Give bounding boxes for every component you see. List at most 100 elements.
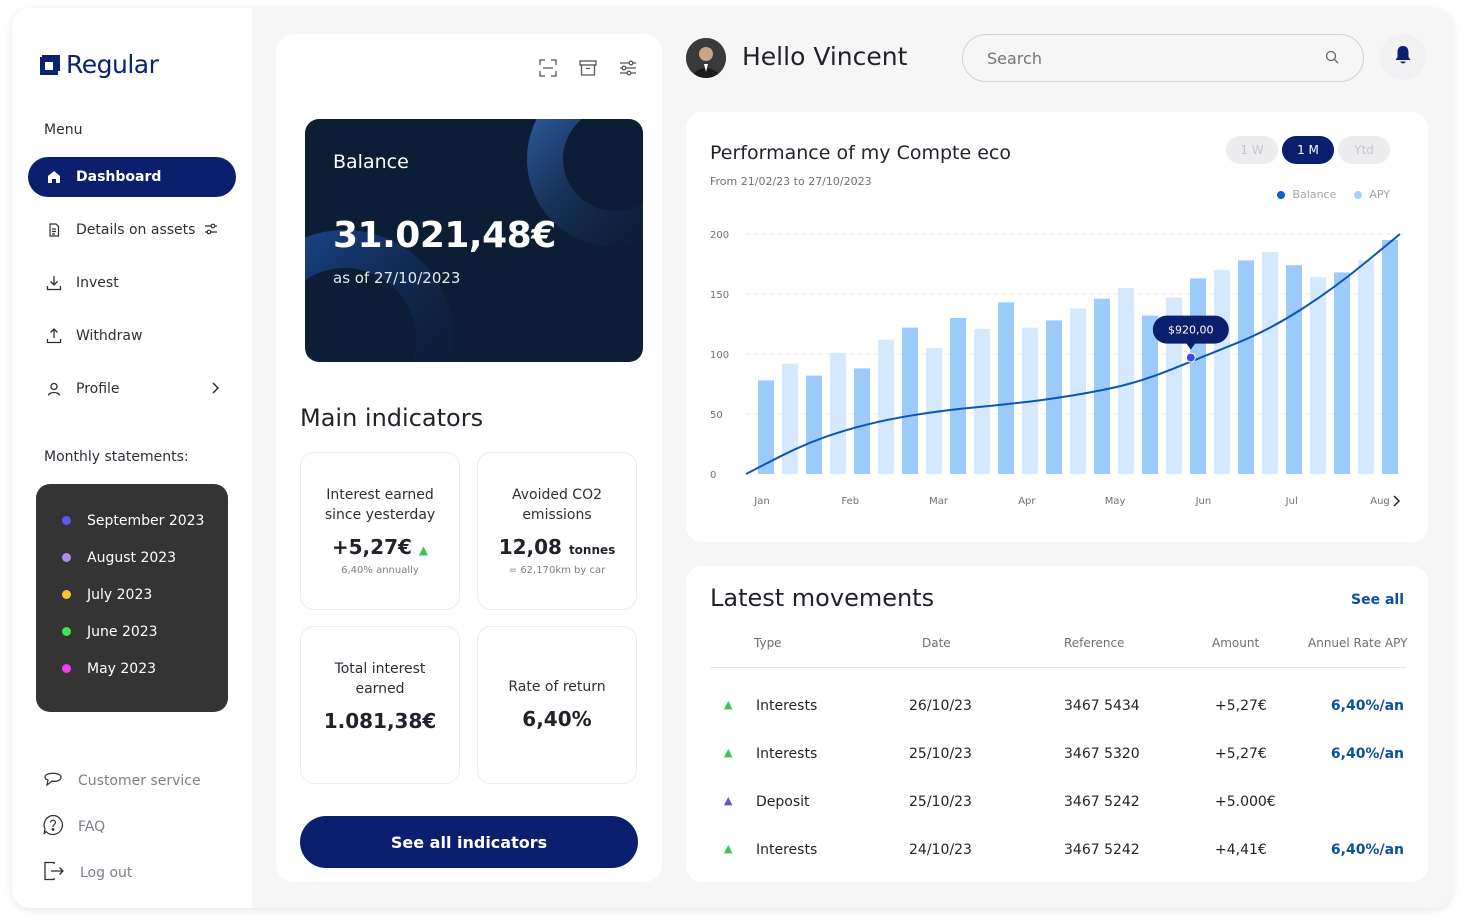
nav-item-dashboard[interactable]: Dashboard: [28, 157, 236, 197]
balance-panel: Balance 31.021,48€ as of 27/10/2023 Main…: [276, 34, 662, 882]
movements-title: Latest movements: [710, 584, 935, 612]
legend-item: APY: [1354, 188, 1390, 201]
chart-bar: [854, 368, 870, 474]
chart-bar: [1310, 277, 1326, 474]
x-tick-label: May: [1105, 496, 1126, 507]
filter-icon[interactable]: [618, 58, 638, 82]
y-tick-label: 150: [710, 290, 729, 301]
row-rate: 6,40%/an: [1330, 698, 1404, 714]
row-rate: 6,40%/an: [1330, 842, 1404, 858]
y-tick-label: 50: [710, 410, 723, 421]
performance-chart: 0 50 100 150 200 Jan Feb Mar Apr May Jun Jul Aug $920…: [710, 230, 1404, 507]
help-icon: [42, 814, 64, 840]
table-row[interactable]: ▲ Interests 24/10/23 3467 5242 +4,41€ 6,…: [686, 836, 1428, 866]
indicator-value: 6,40%: [522, 707, 592, 731]
statements-list: September 2023 August 2023 July 2023 Jun…: [36, 484, 228, 712]
avatar[interactable]: [686, 38, 726, 78]
expand-icon[interactable]: [538, 58, 558, 82]
chevron-right-icon: [1393, 495, 1401, 507]
indicator-co2[interactable]: Avoided CO2 emissions 12,08 tonnes = 62,1…: [477, 452, 637, 610]
row-amount: +5,27€: [1215, 698, 1267, 714]
indicator-value: +5,27€ ▲: [331, 535, 429, 559]
link-label: Customer service: [78, 773, 201, 789]
statement-item[interactable]: May 2023: [62, 650, 228, 687]
indicator-total-interest[interactable]: Total interest earned 1.081,38€: [300, 626, 460, 784]
download-icon: [46, 275, 62, 291]
row-type: Interests: [756, 746, 818, 762]
statement-item[interactable]: September 2023: [62, 502, 228, 539]
row-date: 25/10/23: [909, 746, 972, 762]
chart-bar: [1334, 272, 1350, 474]
indicator-label: Rate of return: [508, 679, 606, 695]
chart-bar: [878, 339, 894, 474]
indicator-sub: = 62,170km by car: [508, 565, 606, 576]
home-icon: [46, 169, 62, 185]
indicator-interest-earned[interactable]: Interest earned since yesterday +5,27€ ▲ …: [300, 452, 460, 610]
indicator-rate-of-return[interactable]: Rate of return 6,40%: [477, 626, 637, 784]
statement-item[interactable]: August 2023: [62, 539, 228, 576]
table-row[interactable]: ▲ Interests 25/10/23 3467 5320 +5,27€ 6,…: [686, 740, 1428, 770]
statement-label: May 2023: [87, 660, 157, 677]
statement-item[interactable]: June 2023: [62, 613, 228, 650]
column-header: Date: [922, 636, 951, 650]
balance-date: as of 27/10/2023: [333, 269, 461, 287]
statement-item[interactable]: July 2023: [62, 576, 228, 613]
main-nav: Dashboard Details on assets Invest Withd…: [28, 157, 236, 422]
indicator-value: 12,08 tonnes: [498, 535, 616, 559]
search-icon[interactable]: [1325, 49, 1339, 68]
search-bar[interactable]: [962, 34, 1364, 82]
balance-card: Balance 31.021,48€ as of 27/10/2023: [305, 119, 643, 362]
bell-icon: [1394, 45, 1412, 69]
up-arrow-icon: ▲: [724, 842, 733, 855]
row-reference: 3467 5242: [1064, 794, 1140, 810]
see-all-link[interactable]: See all: [1351, 592, 1404, 608]
tooltip-label: $920,00: [1168, 324, 1214, 337]
chart-bar: [1142, 315, 1158, 474]
row-type: Deposit: [756, 794, 810, 810]
x-tick-label: Aug: [1370, 496, 1390, 507]
statement-label: July 2023: [87, 586, 153, 603]
row-date: 25/10/23: [909, 794, 972, 810]
archive-icon[interactable]: [578, 58, 598, 82]
notifications-button[interactable]: [1380, 34, 1426, 80]
statement-dot: [62, 516, 71, 525]
latest-movements-card: Latest movements See all Type Date Refer…: [686, 566, 1428, 882]
sliders-icon[interactable]: [204, 222, 218, 240]
indicator-value: 1.081,38€: [323, 709, 437, 733]
search-input[interactable]: [987, 48, 1287, 68]
chevron-right-icon: [210, 381, 220, 399]
faq-link[interactable]: FAQ: [42, 804, 201, 850]
up-arrow-icon: ▲: [724, 698, 733, 711]
see-all-indicators-button[interactable]: See all indicators: [300, 816, 638, 868]
row-amount: +4,41€: [1215, 842, 1267, 858]
bottom-links: Customer service FAQ Log out: [42, 758, 201, 896]
table-row[interactable]: ▲ Interests 26/10/23 3467 5434 +5,27€ 6,…: [686, 692, 1428, 722]
y-tick-label: 100: [710, 350, 729, 361]
row-reference: 3467 5320: [1064, 746, 1140, 762]
nav-item-withdraw[interactable]: Withdraw: [28, 316, 236, 356]
performance-subtitle: From 21/02/23 to 27/10/2023: [710, 175, 872, 188]
nav-label: Dashboard: [76, 169, 162, 185]
range-ytd-button[interactable]: Ytd: [1338, 136, 1390, 164]
nav-label: Details on assets: [76, 222, 196, 238]
panel-toolbar: [538, 58, 638, 82]
row-reference: 3467 5242: [1064, 842, 1140, 858]
chart-bar: [974, 328, 990, 474]
statement-label: August 2023: [87, 549, 177, 566]
logo[interactable]: Regular: [40, 50, 159, 79]
range-1w-button[interactable]: 1 W: [1226, 136, 1278, 164]
logout-icon: [42, 861, 66, 885]
nav-item-details-on-assets[interactable]: Details on assets: [28, 210, 236, 250]
column-header: Amount: [1212, 636, 1260, 650]
logout-link[interactable]: Log out: [42, 850, 201, 896]
nav-item-profile[interactable]: Profile: [28, 369, 236, 409]
upload-icon: [46, 328, 62, 344]
up-arrow-icon: ▲: [418, 543, 429, 557]
table-row[interactable]: ▲ Deposit 25/10/23 3467 5242 +5.000€: [686, 788, 1428, 818]
customer-service-link[interactable]: Customer service: [42, 758, 201, 804]
nav-label: Profile: [76, 381, 120, 397]
chart-bar: [1118, 288, 1134, 474]
chart-bar: [1238, 260, 1254, 474]
range-1m-button[interactable]: 1 M: [1282, 136, 1334, 164]
nav-item-invest[interactable]: Invest: [28, 263, 236, 303]
